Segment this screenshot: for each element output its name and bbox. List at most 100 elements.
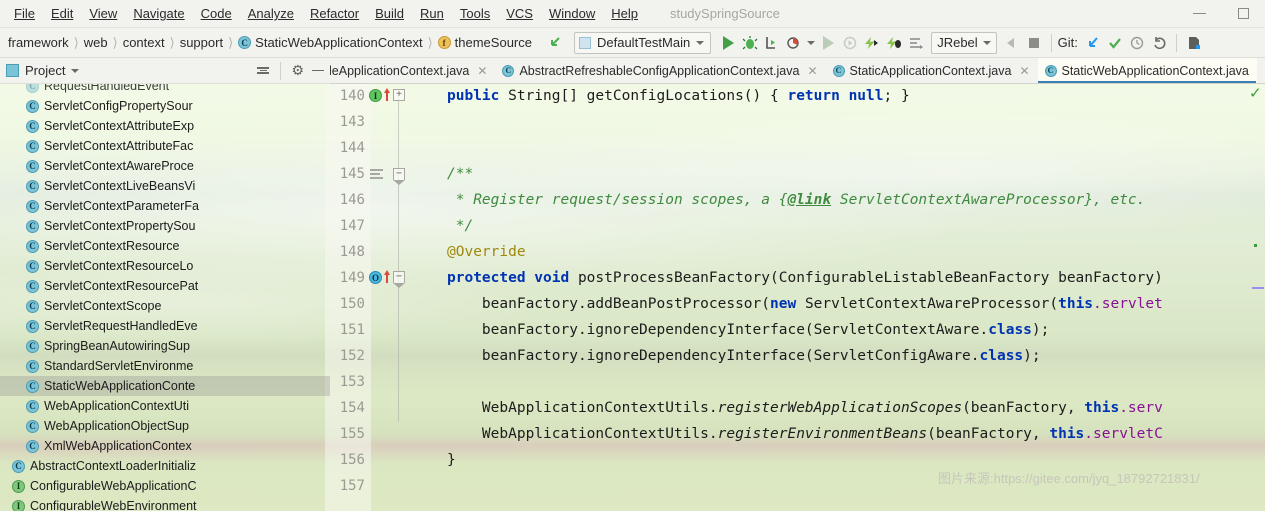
tree-item-label: ServletContextAwareProce — [44, 159, 194, 173]
editor-tab-1[interactable]: C AbstractRefreshableConfigApplicationCo… — [495, 58, 825, 83]
tree-item-servletcontextparameterfactorybean[interactable]: C ServletContextParameterFa — [0, 196, 330, 216]
tree-item-servletconfigpropertysource[interactable]: C ServletConfigPropertySour — [0, 96, 330, 116]
git-branch-button[interactable] — [1183, 32, 1205, 54]
breadcrumb-item-support[interactable]: support — [176, 35, 227, 50]
menu-item-analyze[interactable]: Analyze — [240, 3, 302, 24]
breadcrumb-item-web[interactable]: web — [80, 35, 112, 50]
menu-item-vcs[interactable]: VCS — [498, 3, 541, 24]
run-button[interactable] — [717, 32, 739, 54]
jrebel-debug-button[interactable] — [883, 32, 905, 54]
tree-item-servletcontextresourceloader[interactable]: C ServletContextResourceLo — [0, 256, 330, 276]
tree-item-servletcontextattributefactorybean[interactable]: C ServletContextAttributeFac — [0, 136, 330, 156]
implementing-method-icon[interactable]: I — [369, 89, 382, 102]
tree-item-servletcontextattributeexporter[interactable]: C ServletContextAttributeExp — [0, 116, 330, 136]
tree-item-configurablewebenvironment[interactable]: I ConfigurableWebEnvironment — [0, 496, 330, 511]
git-commit-button[interactable] — [1104, 32, 1126, 54]
git-history-button[interactable] — [1126, 32, 1148, 54]
tree-item-staticwebapplicationcontext[interactable]: C StaticWebApplicationConte — [0, 376, 330, 396]
close-icon[interactable]: ✕ — [1019, 64, 1029, 78]
hide-panel-icon[interactable] — [312, 69, 324, 72]
run-with-coverage-button[interactable] — [761, 32, 783, 54]
breadcrumb-item-class[interactable]: C StaticWebApplicationContext — [234, 35, 426, 50]
tree-item-servletcontextpropertysource[interactable]: C ServletContextPropertySou — [0, 216, 330, 236]
menu-item-tools[interactable]: Tools — [452, 3, 498, 24]
menu-item-refactor[interactable]: Refactor — [302, 3, 367, 24]
menu-item-help[interactable]: Help — [603, 3, 646, 24]
tree-item-servletcontextresource[interactable]: C ServletContextResource — [0, 236, 330, 256]
inspection-ok-icon[interactable]: ✓ — [1249, 86, 1263, 101]
main-toolbar: framework ⟩ web ⟩ context ⟩ support ⟩ C … — [0, 28, 1265, 58]
git-rollback-button[interactable] — [1148, 32, 1170, 54]
inspection-gutter[interactable]: ✓ — [1249, 84, 1265, 511]
menu-item-help-label: Help — [611, 6, 638, 21]
breadcrumb-item-context[interactable]: context — [119, 35, 169, 50]
breadcrumb-item-field[interactable]: f themeSource — [434, 35, 536, 50]
editor-gutter[interactable]: 140 143 144 145 146 147 148 149 150 151 … — [325, 84, 405, 511]
stop-button[interactable] — [1023, 32, 1045, 54]
close-icon[interactable]: ✕ — [477, 64, 487, 78]
breadcrumb-label: context — [122, 35, 165, 50]
jrebel-run-button[interactable] — [861, 32, 883, 54]
menu-item-navigate[interactable]: Navigate — [125, 3, 192, 24]
tree-item-xmlwebapplicationcontext[interactable]: C XmlWebApplicationContex — [0, 436, 330, 456]
menu-item-window[interactable]: Window — [541, 3, 603, 24]
close-icon[interactable]: ✕ — [807, 64, 817, 78]
code-editor[interactable]: 140 143 144 145 146 147 148 149 150 151 … — [325, 84, 1265, 511]
tree-item-webapplicationobjectsupport[interactable]: C WebApplicationObjectSup — [0, 416, 330, 436]
menu-item-run[interactable]: Run — [412, 3, 452, 24]
chevron-down-icon[interactable] — [71, 68, 80, 73]
inspection-marker[interactable] — [1254, 244, 1257, 247]
menu-item-file[interactable]: File — [6, 3, 43, 24]
minimize-button[interactable] — [1177, 0, 1221, 27]
collapse-all-icon[interactable] — [256, 67, 270, 74]
git-update-button[interactable] — [1082, 32, 1104, 54]
overriding-method-icon[interactable]: O — [369, 271, 382, 284]
profile-dropdown[interactable] — [805, 32, 817, 54]
maximize-button[interactable] — [1221, 0, 1265, 27]
debug-button[interactable] — [739, 32, 761, 54]
tree-item-servletcontextscope[interactable]: C ServletContextScope — [0, 296, 330, 316]
jrebel-console-button[interactable] — [905, 32, 927, 54]
tree-item-servletcontextawareprocessor[interactable]: C ServletContextAwareProce — [0, 156, 330, 176]
fold-handle-expanded[interactable]: − — [393, 168, 405, 185]
stop-soft-icon — [1006, 37, 1014, 48]
tree-item-label: ServletContextScope — [44, 299, 162, 313]
fold-handle-expanded[interactable]: − — [393, 271, 405, 288]
toolbar-divider — [1050, 33, 1052, 52]
attach-debugger-button[interactable] — [839, 32, 861, 54]
tree-item-standardservletenvironment[interactable]: C StandardServletEnvironme — [0, 356, 330, 376]
back-arrow-button[interactable] — [544, 32, 566, 54]
menu-item-view[interactable]: View — [81, 3, 125, 24]
tree-item-webapplicationcontextutils[interactable]: C WebApplicationContextUti — [0, 396, 330, 416]
profile-icon — [787, 36, 799, 49]
tree-item-label: SpringBeanAutowiringSup — [44, 339, 190, 353]
breadcrumb-item-framework[interactable]: framework — [4, 35, 73, 50]
up-arrow-icon — [384, 88, 390, 101]
tree-item-servletrequesthandledevent[interactable]: C ServletRequestHandledEve — [0, 316, 330, 336]
tree-item-abstractcontextloaderinitializer[interactable]: C AbstractContextLoaderInitializ — [0, 456, 330, 476]
jrebel-selector[interactable]: JRebel — [931, 31, 997, 54]
rerun-button[interactable] — [817, 32, 839, 54]
back-arrow-icon — [550, 36, 560, 46]
tree-item-springbeanautowiringsupport[interactable]: C SpringBeanAutowiringSup — [0, 336, 330, 356]
javadoc-icon[interactable] — [370, 169, 384, 179]
line-number: 140 — [339, 88, 365, 104]
editor-tab-0[interactable]: leApplicationContext.java ✕ — [322, 58, 495, 83]
tree-item-requesthandledevent[interactable]: C RequestHandledEvent — [0, 84, 330, 96]
gear-icon[interactable]: ⚙ — [291, 62, 304, 79]
run-configuration-selector[interactable]: DefaultTestMain — [573, 31, 712, 54]
stop-soft-button[interactable] — [1001, 32, 1023, 54]
tree-item-servletcontextresourcepatternresolver[interactable]: C ServletContextResourcePat — [0, 276, 330, 296]
editor-tab-2[interactable]: C StaticApplicationContext.java ✕ — [826, 58, 1038, 83]
tree-item-label: WebApplicationObjectSup — [44, 419, 189, 433]
tree-item-configurablewebapplicationcontext[interactable]: I ConfigurableWebApplicationC — [0, 476, 330, 496]
project-tree[interactable]: C RequestHandledEvent C ServletConfigPro… — [0, 84, 330, 511]
menu-item-build[interactable]: Build — [367, 3, 412, 24]
menu-item-code[interactable]: Code — [193, 3, 240, 24]
editor-tab-3[interactable]: C StaticWebApplicationContext.java — [1037, 58, 1257, 83]
jrebel-debug-icon — [887, 36, 902, 49]
tree-item-servletcontextlivebeansview[interactable]: C ServletContextLiveBeansVi — [0, 176, 330, 196]
profile-button[interactable] — [783, 32, 805, 54]
fold-handle-collapsed[interactable]: + — [393, 89, 405, 101]
menu-item-edit[interactable]: Edit — [43, 3, 81, 24]
